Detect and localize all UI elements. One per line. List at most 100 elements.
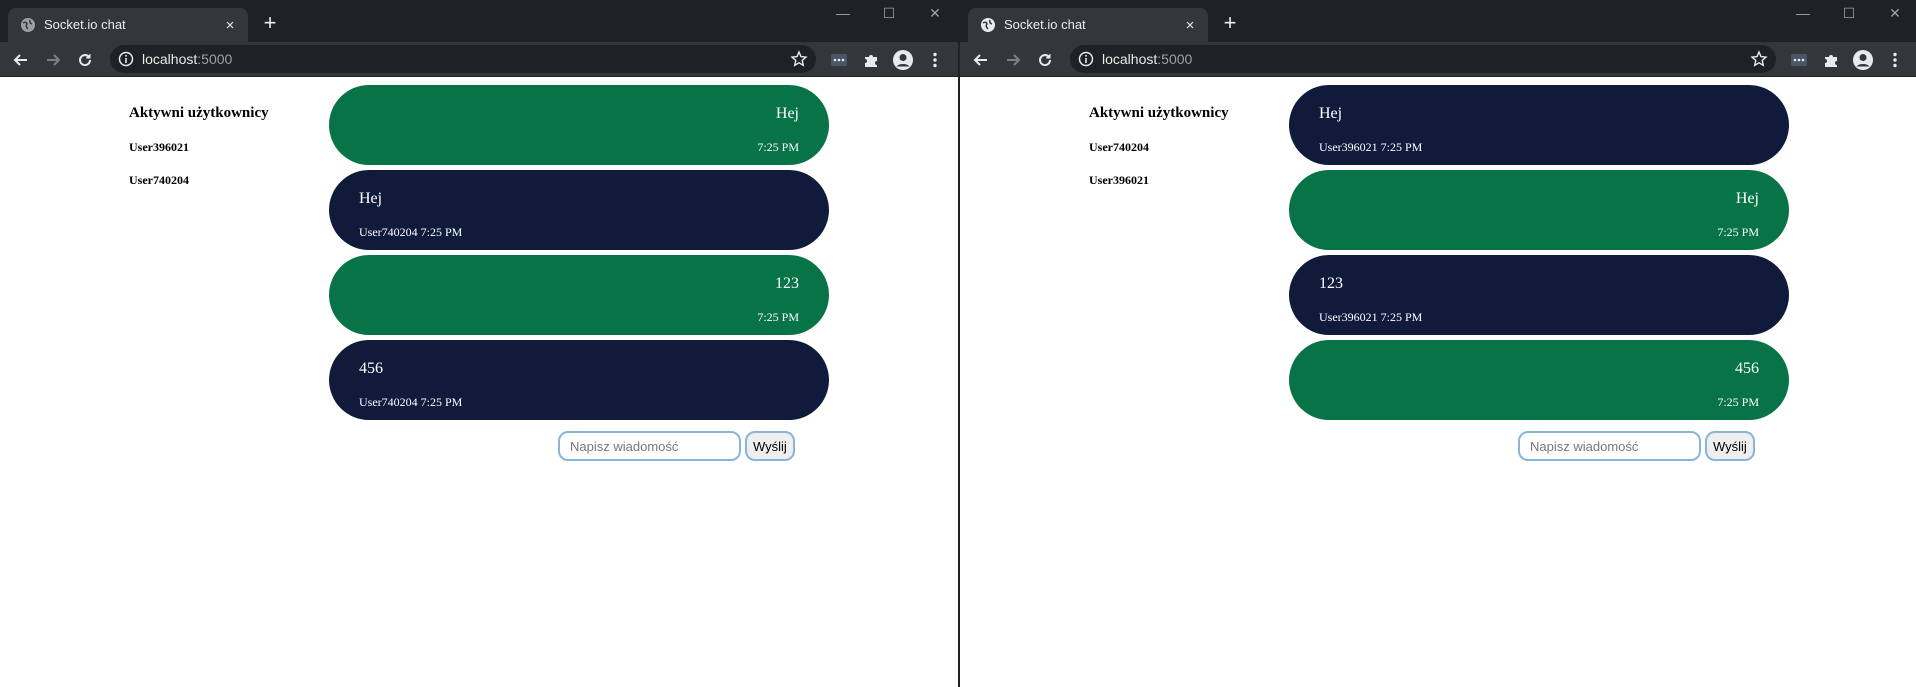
message-bubble-own: 456 7:25 PM <box>1289 340 1789 420</box>
message-list: Hej User396021 7:25 PM Hej 7:25 PM 123 U… <box>1289 85 1789 425</box>
tab-title: Socket.io chat <box>44 17 126 32</box>
message-meta: User396021 7:25 PM <box>1319 310 1423 324</box>
message-text: 456 <box>1735 360 1759 377</box>
reload-icon <box>79 54 92 67</box>
message-meta: 7:25 PM <box>757 140 799 154</box>
message-bubble-other: 456 User740204 7:25 PM <box>329 340 829 420</box>
message-meta: 7:25 PM <box>757 310 799 324</box>
star-icon[interactable] <box>1750 50 1768 68</box>
message-input[interactable] <box>558 431 741 461</box>
info-icon[interactable] <box>1078 51 1094 67</box>
message-text: Hej <box>1735 190 1759 207</box>
message-input[interactable] <box>1518 431 1701 461</box>
message-meta: 7:25 PM <box>1717 225 1759 239</box>
active-users-title: Aktywni użytkownicy <box>129 105 269 121</box>
tab-socketio-chat[interactable]: Socket.io chat × <box>968 8 1208 42</box>
reload-button[interactable] <box>1032 47 1058 73</box>
extensions-button[interactable] <box>1818 47 1844 73</box>
forward-arrow-icon <box>47 54 61 66</box>
message-meta: User740204 7:25 PM <box>359 225 463 239</box>
extension-menu-button[interactable] <box>1786 47 1812 73</box>
url-port: :5000 <box>1157 51 1193 67</box>
message-text: 456 <box>359 360 383 377</box>
back-button[interactable] <box>8 47 34 73</box>
more-menu-button[interactable] <box>1882 47 1908 73</box>
tab-title: Socket.io chat <box>1004 17 1086 32</box>
message-meta: User740204 7:25 PM <box>359 395 463 409</box>
message-bubble-own: 123 7:25 PM <box>329 255 829 335</box>
url-host: localhost <box>1102 51 1158 67</box>
forward-arrow-icon <box>1007 54 1021 66</box>
back-button[interactable] <box>968 47 994 73</box>
tab-close-button[interactable]: × <box>1180 15 1200 35</box>
active-users-title: Aktywni użytkownicy <box>1089 105 1229 121</box>
star-icon[interactable] <box>790 50 808 68</box>
back-arrow-icon <box>973 54 987 66</box>
message-composer: Wyślij <box>558 431 795 461</box>
reload-icon <box>1039 54 1052 67</box>
extension-menu-icon <box>1791 54 1807 66</box>
puzzle-icon <box>865 55 877 67</box>
address-bar[interactable]: localhost:5000 <box>110 45 816 73</box>
url-port: :5000 <box>197 51 233 67</box>
tab-socketio-chat[interactable]: Socket.io chat × <box>8 8 248 42</box>
profile-icon <box>1853 50 1873 70</box>
tab-strip: Socket.io chat × + — ☐ ✕ <box>960 0 1916 42</box>
info-icon[interactable] <box>118 51 134 67</box>
more-vert-icon <box>1893 52 1897 68</box>
url-host: localhost <box>142 51 198 67</box>
chat-page: Aktywni użytkownicy User396021 User74020… <box>0 77 958 687</box>
globe-icon <box>981 18 995 32</box>
message-bubble-other: 123 User396021 7:25 PM <box>1289 255 1789 335</box>
chat-page: Aktywni użytkownicy User740204 User39602… <box>960 77 1916 687</box>
maximize-button[interactable]: ☐ <box>866 2 912 24</box>
url-text: localhost:5000 <box>1102 51 1192 67</box>
message-meta: User396021 7:25 PM <box>1319 140 1423 154</box>
message-list: Hej 7:25 PM Hej User740204 7:25 PM 123 7… <box>329 85 829 425</box>
close-window-button[interactable]: ✕ <box>912 2 958 24</box>
message-text: Hej <box>775 105 799 122</box>
back-arrow-icon <box>13 54 27 66</box>
message-bubble-other: Hej User396021 7:25 PM <box>1289 85 1789 165</box>
message-text: 123 <box>1319 275 1343 292</box>
browser-window-right: Socket.io chat × + — ☐ ✕ localhost:5000 <box>960 0 1916 687</box>
puzzle-icon <box>1825 55 1837 67</box>
globe-icon <box>21 18 35 32</box>
forward-button[interactable] <box>40 47 66 73</box>
extension-menu-icon <box>831 54 847 66</box>
minimize-button[interactable]: — <box>820 2 866 24</box>
user-item: User396021 <box>1089 173 1149 187</box>
minimize-button[interactable]: — <box>1780 2 1826 24</box>
profile-button[interactable] <box>890 47 916 73</box>
tab-strip: Socket.io chat × + — ☐ ✕ <box>0 0 958 42</box>
reload-button[interactable] <box>72 47 98 73</box>
extensions-button[interactable] <box>858 47 884 73</box>
address-bar[interactable]: localhost:5000 <box>1070 45 1776 73</box>
message-text: 123 <box>775 275 799 292</box>
message-bubble-own: Hej 7:25 PM <box>1289 170 1789 250</box>
browser-toolbar: localhost:5000 <box>0 42 958 77</box>
message-text: Hej <box>359 190 383 207</box>
send-button[interactable]: Wyślij <box>1705 431 1755 461</box>
message-text: Hej <box>1319 105 1343 122</box>
active-users-panel: Aktywni użytkownicy User396021 User74020… <box>129 105 299 188</box>
browser-window-left: Socket.io chat × + — ☐ ✕ localhost:5000 <box>0 0 958 687</box>
extension-menu-button[interactable] <box>826 47 852 73</box>
close-window-button[interactable]: ✕ <box>1872 2 1916 24</box>
message-meta: 7:25 PM <box>1717 395 1759 409</box>
maximize-button[interactable]: ☐ <box>1826 2 1872 24</box>
browser-toolbar: localhost:5000 <box>960 42 1916 77</box>
new-tab-button[interactable]: + <box>258 12 282 36</box>
message-bubble-other: Hej User740204 7:25 PM <box>329 170 829 250</box>
tab-close-button[interactable]: × <box>220 15 240 35</box>
new-tab-button[interactable]: + <box>1218 12 1242 36</box>
forward-button[interactable] <box>1000 47 1026 73</box>
more-menu-button[interactable] <box>922 47 948 73</box>
message-composer: Wyślij <box>1518 431 1755 461</box>
user-item: User396021 <box>129 140 189 154</box>
send-button[interactable]: Wyślij <box>745 431 795 461</box>
user-item: User740204 <box>129 173 189 187</box>
url-text: localhost:5000 <box>142 51 232 67</box>
profile-button[interactable] <box>1850 47 1876 73</box>
more-vert-icon <box>933 52 937 68</box>
